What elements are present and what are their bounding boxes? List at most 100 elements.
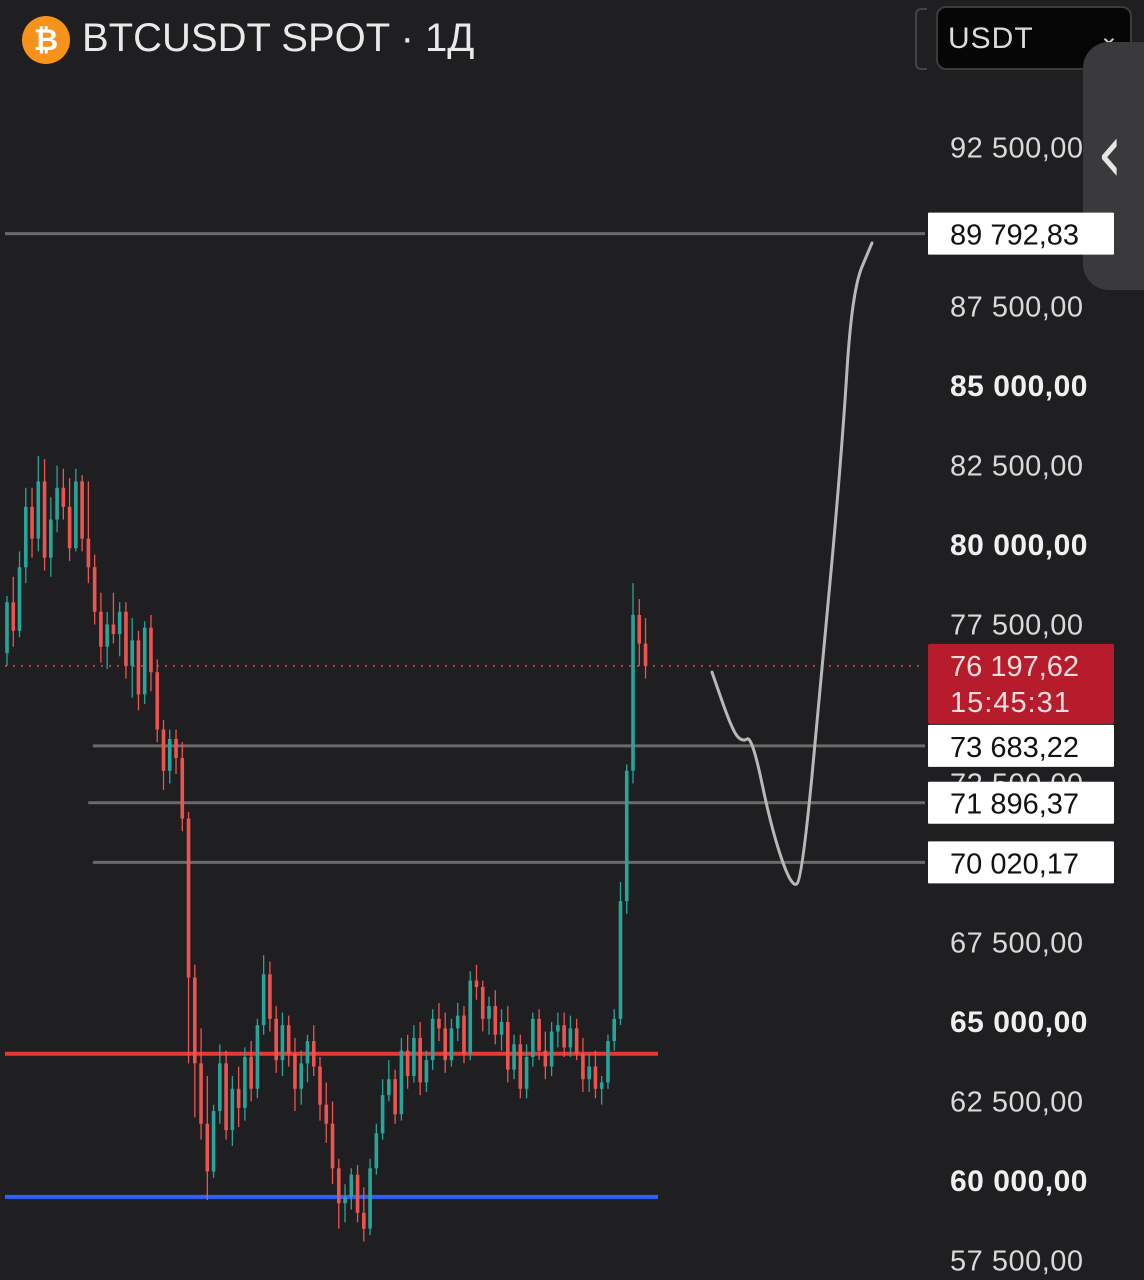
candle <box>36 455 41 552</box>
candle-body <box>380 1095 385 1134</box>
candle <box>399 1037 404 1121</box>
candle <box>74 468 78 552</box>
candle <box>368 1158 372 1236</box>
candle-body <box>480 987 485 1019</box>
candle <box>599 1076 604 1105</box>
candle-body <box>130 640 134 666</box>
candle <box>587 1053 591 1092</box>
candle <box>5 595 9 666</box>
candle-body <box>142 627 147 695</box>
candle <box>637 599 642 666</box>
candle <box>643 618 648 679</box>
candle-body <box>424 1060 429 1083</box>
candle <box>17 551 22 638</box>
candle-body <box>618 901 623 1019</box>
candle-body <box>393 1079 397 1115</box>
candle-body <box>468 980 473 1054</box>
candle-body <box>299 1063 304 1089</box>
candle <box>430 1009 435 1070</box>
candle-body <box>462 1015 466 1054</box>
candle-body <box>11 602 16 631</box>
candle-body <box>336 1168 341 1204</box>
candle-body <box>543 1050 548 1067</box>
candle <box>61 468 66 520</box>
candle-body <box>318 1066 322 1105</box>
candle-body <box>111 624 116 635</box>
candle <box>211 1104 216 1178</box>
candle <box>324 1082 329 1143</box>
level-price-tag[interactable]: 89 792,83 <box>928 212 1114 255</box>
candle <box>230 1076 235 1147</box>
candle-body <box>506 1022 510 1070</box>
candle <box>581 1037 585 1092</box>
candle-body <box>568 1028 573 1048</box>
level-price-tag-label: 70 020,17 <box>950 848 1079 880</box>
candle <box>412 1025 416 1083</box>
candle <box>393 1069 397 1124</box>
candle <box>149 614 153 692</box>
candle <box>493 990 498 1045</box>
candle-body <box>186 818 191 978</box>
candle <box>99 592 103 663</box>
candle <box>293 1037 297 1112</box>
candle-body <box>362 1212 366 1229</box>
candle <box>355 1165 360 1223</box>
level-price-tag[interactable]: 70 020,17 <box>928 841 1114 884</box>
projection-path[interactable] <box>710 241 874 886</box>
candle-body <box>80 481 84 539</box>
candle <box>418 1022 422 1096</box>
candle-body <box>5 602 9 654</box>
candle <box>387 1060 391 1102</box>
candle-body <box>449 1028 454 1061</box>
candle <box>42 459 47 571</box>
candle-body <box>36 481 41 539</box>
level-price-tag[interactable]: 71 896,37 <box>928 781 1114 824</box>
y-tick-label: 87 500,00 <box>950 292 1084 324</box>
candle-body <box>574 1028 579 1054</box>
candle <box>549 1022 554 1077</box>
y-tick-label: 85 000,00 <box>950 370 1088 403</box>
candle-body <box>405 1050 410 1077</box>
candle <box>136 630 141 711</box>
candle-body <box>487 1006 491 1019</box>
candle <box>618 882 623 1026</box>
candle-body <box>518 1044 523 1089</box>
price-chart[interactable]: 92 500,00 87 500,00 85 000,00 82 500,00 80 0… <box>0 0 1144 1280</box>
candle-body <box>149 627 153 673</box>
candle <box>255 1018 260 1099</box>
candle <box>531 1012 535 1067</box>
candle <box>612 1009 617 1051</box>
candle <box>349 1168 354 1210</box>
current-price-tag[interactable]: 76 197,62 15:45:31 <box>928 643 1114 724</box>
candle-body <box>474 980 479 988</box>
candle-body <box>512 1044 516 1070</box>
candle <box>105 611 109 670</box>
candle <box>236 1066 241 1127</box>
candle-body <box>224 1063 228 1131</box>
y-tick-label: 60 000,00 <box>950 1165 1088 1198</box>
candle <box>80 475 84 552</box>
candle <box>261 955 266 1035</box>
candle-body <box>55 487 59 520</box>
level-price-tag[interactable]: 73 683,22 <box>928 724 1114 767</box>
candle-body <box>161 729 166 771</box>
candle-body <box>430 1018 435 1061</box>
candle-body <box>42 481 47 558</box>
candle <box>274 1006 278 1073</box>
candle <box>193 964 197 1118</box>
candle <box>631 583 635 784</box>
candle <box>124 602 128 679</box>
candle <box>11 576 16 647</box>
candle-body <box>155 672 160 730</box>
candle-body <box>117 611 122 635</box>
candle <box>424 1050 429 1092</box>
candle <box>249 1041 253 1102</box>
candle <box>49 497 53 577</box>
candle <box>455 1002 460 1042</box>
candle-body <box>418 1037 422 1083</box>
projection-drawing <box>710 241 874 886</box>
candle <box>30 487 34 558</box>
candle-body <box>537 1018 541 1051</box>
candle <box>380 1079 385 1140</box>
candle <box>374 1123 379 1175</box>
